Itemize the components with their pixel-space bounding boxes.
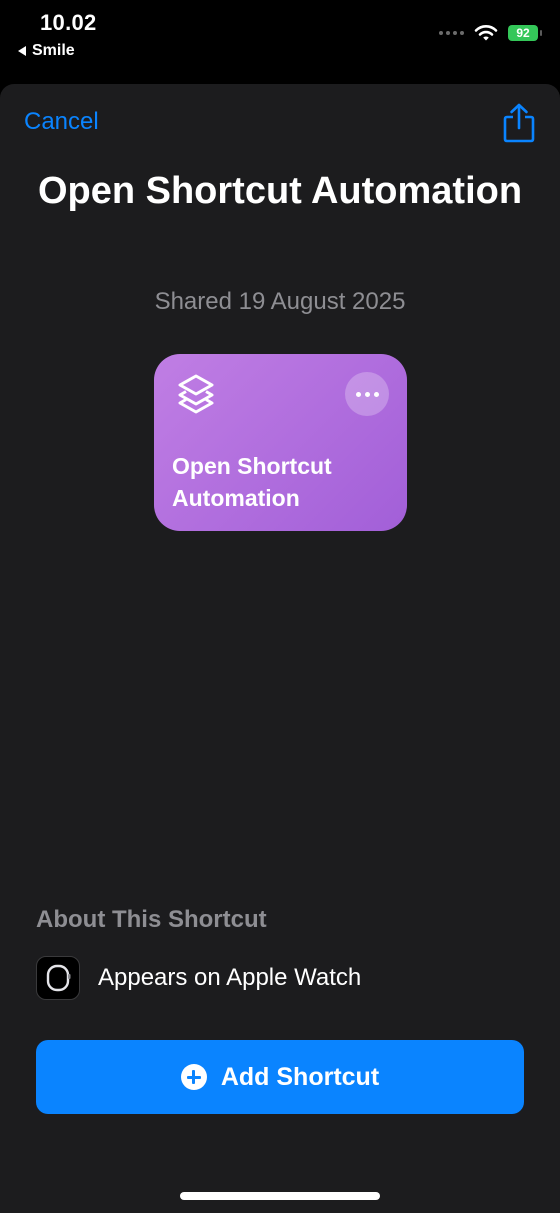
ellipsis-icon[interactable] xyxy=(345,372,389,416)
battery-icon: 92 xyxy=(508,25,542,41)
shared-date: Shared 19 August 2025 xyxy=(154,288,406,315)
cellular-signal-icon xyxy=(439,31,464,35)
cancel-button[interactable]: Cancel xyxy=(24,108,99,136)
home-indicator[interactable] xyxy=(180,1192,380,1200)
back-app-label: Smile xyxy=(32,42,75,59)
shortcut-card-label: Open Shortcut Automation xyxy=(172,453,332,511)
status-bar: 10.02 Smile 92 xyxy=(0,0,560,84)
wifi-icon xyxy=(474,25,498,41)
plus-circle-icon xyxy=(180,1064,207,1090)
watch-label: Appears on Apple Watch xyxy=(98,964,362,991)
status-time: 10.02 xyxy=(40,10,97,35)
back-triangle-icon xyxy=(18,46,26,56)
back-to-app-link[interactable]: Smile xyxy=(18,42,75,60)
add-shortcut-button[interactable]: Add Shortcut xyxy=(36,1040,524,1114)
share-icon[interactable] xyxy=(502,102,536,144)
add-shortcut-label: Add Shortcut xyxy=(220,1062,380,1091)
page-title: Open Shortcut Automation xyxy=(37,170,523,212)
about-heading: About This Shortcut xyxy=(36,906,267,933)
apple-watch-icon xyxy=(36,956,80,1000)
status-indicators: 92 xyxy=(439,24,542,42)
list-item: Appears on Apple Watch xyxy=(36,956,361,1000)
battery-level: 92 xyxy=(516,26,530,40)
shortcut-sheet: Cancel Open Shortcut Automation Shared 1… xyxy=(0,84,560,1213)
shortcuts-layers-icon xyxy=(178,374,214,414)
shortcut-card[interactable]: Open Shortcut Automation xyxy=(154,354,407,531)
